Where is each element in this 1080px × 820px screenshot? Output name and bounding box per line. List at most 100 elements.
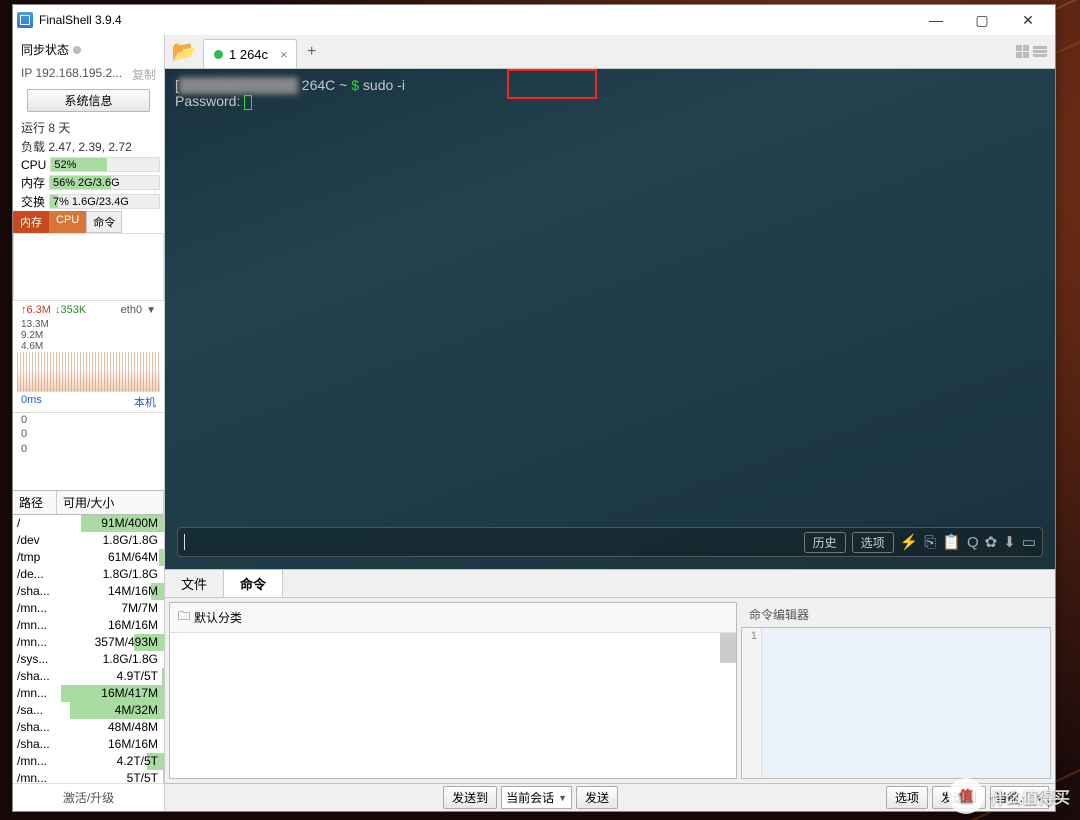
terminal-input[interactable] [184,528,798,556]
disk-path: /sha... [13,584,57,598]
tab-bar: 📂 1 264c × + [165,35,1055,69]
command-list-pane: 🗀 默认分类 [169,602,737,779]
disk-row[interactable]: /dev1.8G/1.8G [13,532,164,549]
grid-view-icon[interactable] [1016,45,1029,58]
disk-size: 5T/5T [57,770,164,783]
tab-cpu[interactable]: CPU [49,211,86,233]
cpu-pct: 52% [51,159,79,171]
minimize-button[interactable]: — [913,5,959,35]
download-icon[interactable]: ⬇ [1003,533,1016,551]
options-button[interactable]: 选项 [852,532,894,553]
ping-host[interactable]: 本机 [134,394,156,410]
maximize-button[interactable]: ▢ [959,5,1005,35]
uptime: 运行 8 天 [13,118,164,137]
disk-size: 14M/16M [57,583,164,600]
app-window: FinalShell 3.9.4 — ▢ ✕ 同步状态 IP 192.168.1… [12,4,1056,812]
copy-button[interactable]: 复制 [132,66,156,83]
disk-size: 4.9T/5T [57,668,164,685]
disk-path: /sys... [13,652,57,666]
disk-size: 91M/400M [57,515,164,532]
bolt-icon[interactable]: ⚡ [900,533,919,551]
default-category[interactable]: 🗀 默认分类 [170,603,736,633]
sync-dot-icon [73,46,81,54]
paste-icon[interactable]: 📋 [942,533,961,551]
disk-row[interactable]: /sys...1.8G/1.8G [13,651,164,668]
system-info-button[interactable]: 系统信息 [27,89,150,112]
disk-path: /mn... [13,686,57,700]
editor-body[interactable] [762,628,1050,778]
close-button[interactable]: ✕ [1005,5,1051,35]
list-view-icon[interactable] [1033,46,1047,57]
load: 负载 2.47, 2.39, 2.72 [13,137,164,156]
search-icon[interactable]: Q [967,534,979,551]
folder-icon[interactable]: 📂 [165,35,203,68]
disk-size: 48M/48M [57,719,164,736]
add-tab-button[interactable]: + [297,35,327,68]
sync-status: 同步状态 [13,35,164,64]
tab-file[interactable]: 文件 [165,570,224,597]
disk-row[interactable]: /sha...48M/48M [13,719,164,736]
disk-row[interactable]: /91M/400M [13,515,164,532]
disk-path: /mn... [13,771,57,783]
ping-ms: 0ms [21,394,42,410]
net-stats: ↑6.3M ↓353K eth0 ▼ [13,301,164,319]
net-down: ↓353K [55,304,86,316]
disk-row[interactable]: /mn...4.2T/5T [13,753,164,770]
disk-size: 16M/16M [57,617,164,634]
disk-size: 1.8G/1.8G [57,566,164,583]
disk-row[interactable]: /sha...14M/16M [13,583,164,600]
editor-title: 命令编辑器 [741,602,1051,627]
disk-size: 7M/7M [57,600,164,617]
tab-close-icon[interactable]: × [280,47,288,62]
fullscreen-icon[interactable]: ▭ [1022,533,1036,551]
monitor-graph [13,233,164,301]
send-to-button-1[interactable]: 发送到 [443,786,497,809]
disk-path: /sa... [13,703,57,717]
tab-mem[interactable]: 内存 [13,211,49,233]
disk-row[interactable]: /de...1.8G/1.8G [13,566,164,583]
terminal[interactable]: [████████████ 264C ~ $ sudo -i Password:… [165,69,1055,569]
history-button[interactable]: 历史 [804,532,846,553]
tab-command[interactable]: 命令 [224,570,283,598]
disk-row[interactable]: /sha...4.9T/5T [13,668,164,685]
disk-row[interactable]: /mn...7M/7M [13,600,164,617]
scrollbar[interactable] [720,633,736,663]
dropdown-icon[interactable]: ▼ [146,305,156,316]
disk-row[interactable]: /sa...4M/32M [13,702,164,719]
disk-list[interactable]: /91M/400M/dev1.8G/1.8G/tmp61M/64M/de...1… [13,515,164,783]
disk-size: 16M/16M [57,736,164,753]
disk-size: 16M/417M [57,685,164,702]
disk-col-size[interactable]: 可用/大小 [57,491,164,514]
command-editor[interactable]: 1 [741,627,1051,779]
disk-size: 357M/493M [57,634,164,651]
main-area: 📂 1 264c × + [████████████ 264C ~ $ sudo… [165,35,1055,811]
disk-row[interactable]: /mn...16M/417M [13,685,164,702]
mem-pct: 56% [50,177,78,189]
send-button[interactable]: 发送 [576,786,618,809]
copy-icon[interactable]: ⎘ [924,534,936,551]
disk-path: /sha... [13,720,57,734]
disk-header: 路径 可用/大小 [13,490,164,515]
footer-options-button[interactable]: 选项 [886,786,928,809]
activate-button[interactable]: 激活/升级 [13,783,164,811]
session-tab[interactable]: 1 264c × [203,39,297,68]
disk-row[interactable]: /sha...16M/16M [13,736,164,753]
tab-cmd[interactable]: 命令 [86,211,122,233]
chevron-down-icon: ▼ [558,793,567,803]
disk-row[interactable]: /tmp61M/64M [13,549,164,566]
net-iface[interactable]: eth0 [121,304,142,316]
cursor-icon [244,95,252,110]
swap-label: 交换 [21,193,45,210]
disk-path: /sha... [13,669,57,683]
disk-row[interactable]: /mn...357M/493M [13,634,164,651]
session-select-1[interactable]: 当前会话▼ [501,786,572,809]
disk-path: /dev [13,533,57,547]
disk-row[interactable]: /mn...16M/16M [13,617,164,634]
titlebar: FinalShell 3.9.4 — ▢ ✕ [13,5,1055,35]
gear-icon[interactable]: ✿ [985,533,998,551]
terminal-input-bar: 历史 选项 ⚡ ⎘ 📋 Q ✿ ⬇ ▭ [177,527,1043,557]
disk-col-path[interactable]: 路径 [13,491,57,514]
disk-path: /de... [13,567,57,581]
disk-row[interactable]: /mn...5T/5T [13,770,164,783]
disk-path: /tmp [13,550,57,564]
